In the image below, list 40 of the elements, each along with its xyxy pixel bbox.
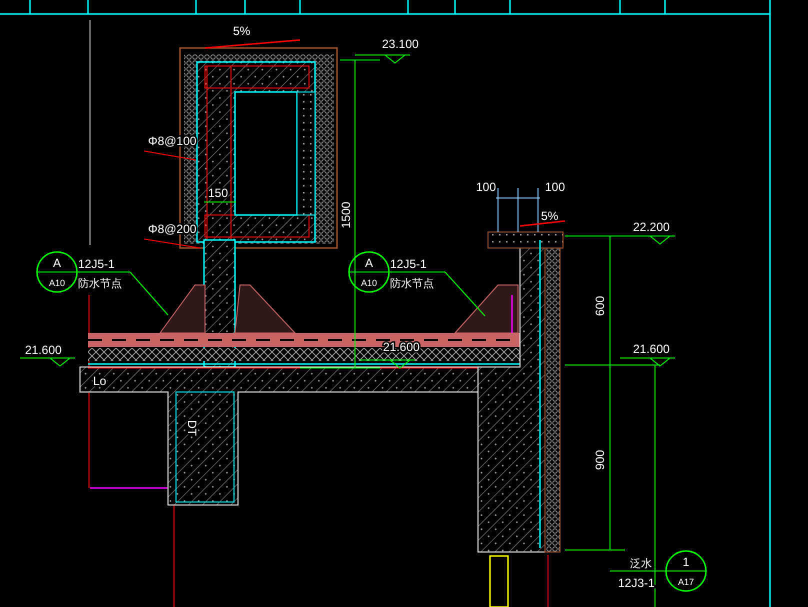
reference-label: 12J5-1 <box>390 257 427 271</box>
dimension-label: 100 <box>545 180 566 194</box>
dimension-label: 100 <box>476 180 496 194</box>
callout-circle <box>665 550 707 592</box>
elevation-label: 23.100 <box>382 37 419 51</box>
dimension-label: 900 <box>593 450 607 470</box>
elevation-label: 21.600 <box>25 343 62 357</box>
callout-number: A <box>53 256 61 270</box>
window-drawing <box>489 555 509 607</box>
dimension-line <box>496 188 540 232</box>
elevation-marker <box>360 360 416 369</box>
elevation-label: 22.200 <box>633 220 670 234</box>
callout-circle <box>36 251 78 293</box>
elevation-marker <box>20 358 76 367</box>
dimension-label: 600 <box>593 296 607 316</box>
leader-line <box>144 238 200 248</box>
elevation-label: 21.600 <box>633 342 670 356</box>
elevation-marker <box>354 54 410 64</box>
slope-label: 5% <box>233 24 250 38</box>
reference-label: 12J3-1 <box>618 576 655 590</box>
note-label: 防水节点 <box>78 277 122 290</box>
section-label: DT <box>185 420 199 436</box>
elevation-marker <box>620 236 676 245</box>
callout-number: A <box>365 256 373 270</box>
dimension-label: 150 <box>208 186 228 200</box>
callout-circle <box>348 251 390 293</box>
leader-line <box>130 272 168 316</box>
leader-line <box>144 150 196 160</box>
note-label: 泛水 <box>630 557 652 570</box>
sheet-number: A17 <box>678 577 694 587</box>
note-label: 防水节点 <box>390 277 434 290</box>
reference-label: 12J5-1 <box>78 257 115 271</box>
callout-number: 1 <box>682 555 690 569</box>
sheet-number: A10 <box>49 278 65 288</box>
leader-line <box>444 272 486 316</box>
elevation-marker <box>620 358 676 367</box>
section-label: Lo <box>93 374 106 388</box>
dimension-label: 1500 <box>339 202 353 228</box>
slope-label: 5% <box>541 209 558 223</box>
sheet-number: A10 <box>361 278 377 288</box>
